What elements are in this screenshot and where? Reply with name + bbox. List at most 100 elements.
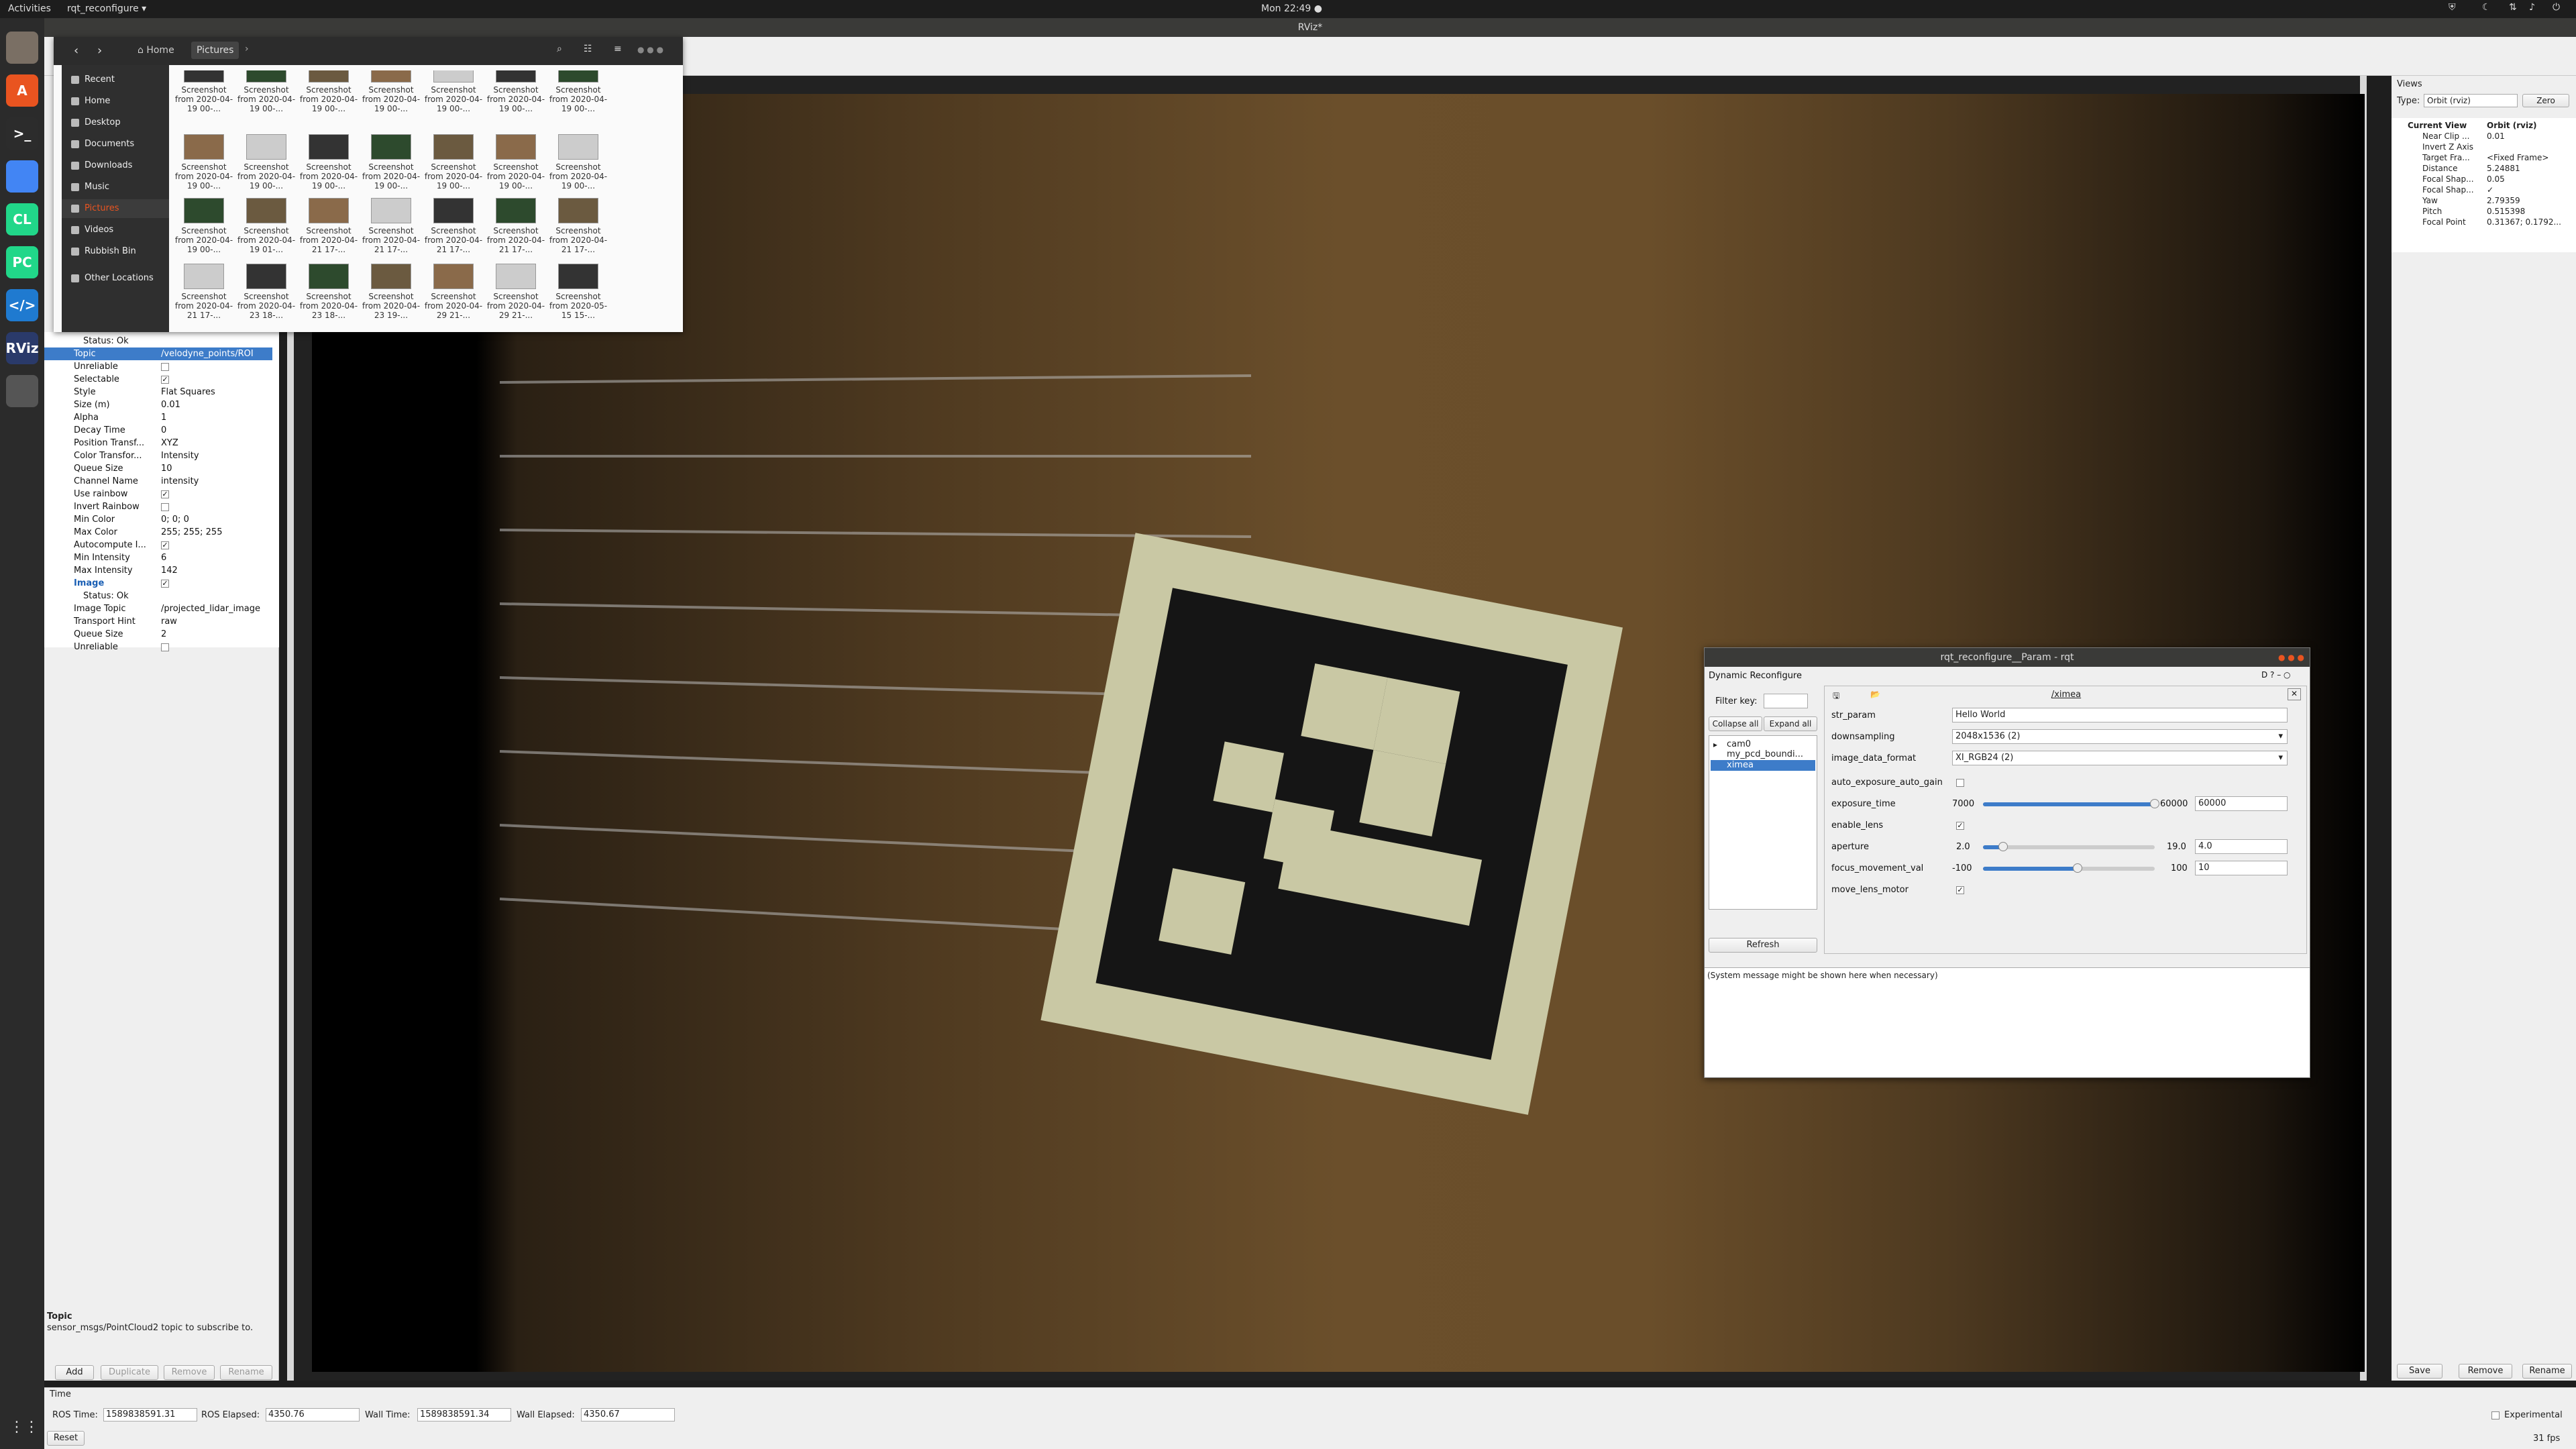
aperture-slider-knob[interactable] (1998, 842, 2008, 851)
exposure-slider[interactable] (1983, 799, 2159, 808)
forward-icon[interactable]: › (97, 44, 102, 58)
network-icon[interactable]: ⇅ (2509, 2, 2517, 13)
property-row[interactable]: Max Intensity 142 (44, 564, 272, 577)
clion-icon[interactable]: CL (6, 203, 38, 235)
property-checkbox[interactable]: ✓ (161, 541, 169, 549)
property-value[interactable]: 0.01 (161, 398, 180, 411)
tree-item-pcd[interactable]: my_pcd_boundi... (1727, 749, 1803, 759)
file-item[interactable]: Screenshot from 2020-04-19 00-... (299, 70, 358, 113)
property-row[interactable]: Size (m) 0.01 (44, 398, 272, 411)
view-property-row[interactable]: Focal Point 0.31367; 0.1792... (2392, 217, 2576, 227)
property-value[interactable]: raw (161, 615, 177, 628)
save-view-button[interactable]: Save (2397, 1364, 2443, 1379)
property-row[interactable]: Queue Size 10 (44, 462, 272, 475)
property-value[interactable] (161, 641, 169, 653)
focus-slider-knob[interactable] (2072, 863, 2082, 873)
window-controls-icon[interactable]: ● ● ● (637, 45, 663, 54)
file-item[interactable]: Screenshot from 2020-04-21 17-... (362, 198, 421, 254)
view-property-row[interactable]: Near Clip ... 0.01 (2392, 131, 2576, 142)
property-value[interactable]: 10 (161, 462, 172, 475)
property-row[interactable]: Color Transfor... Intensity (44, 449, 272, 462)
view-property-row[interactable]: Invert Z Axis (2392, 142, 2576, 152)
wall-elapsed-field[interactable]: 4350.67 (581, 1408, 675, 1421)
file-item[interactable]: Screenshot from 2020-04-19 00-... (362, 134, 421, 191)
node-tree[interactable]: ▸ cam0 my_pcd_boundi... ximea (1709, 735, 1817, 910)
collapse-all-button[interactable]: Collapse all (1709, 716, 1762, 731)
property-value[interactable]: XYZ (161, 437, 178, 449)
file-item[interactable]: Screenshot from 2020-04-19 00-... (237, 70, 296, 113)
property-value[interactable]: ✓ (161, 373, 169, 386)
property-row[interactable]: Use rainbow ✓ (44, 488, 272, 500)
property-row[interactable]: Alpha 1 (44, 411, 272, 424)
property-value[interactable]: 6 (161, 551, 166, 564)
file-item[interactable]: Screenshot from 2020-04-19 00-... (424, 134, 483, 191)
file-item[interactable]: Screenshot from 2020-04-19 00-... (174, 134, 233, 191)
exposure-input[interactable]: 60000 (2195, 796, 2288, 811)
property-value[interactable]: /projected_lidar_image (161, 602, 260, 615)
add-button[interactable]: Add (55, 1365, 94, 1380)
place-downloads[interactable]: Downloads (62, 156, 169, 175)
place-other-locations[interactable]: Other Locations (62, 269, 169, 288)
file-item[interactable]: Screenshot from 2020-04-21 17-... (486, 198, 545, 254)
file-item[interactable]: Screenshot from 2020-04-19 01-... (237, 198, 296, 254)
aperture-slider[interactable] (1983, 842, 2155, 851)
place-home[interactable]: Home (62, 92, 169, 111)
property-row[interactable]: Style Flat Squares (44, 386, 272, 398)
view-property-value[interactable]: 5.24881 (2487, 164, 2520, 174)
tree-item-ximea[interactable]: ximea (1711, 760, 1815, 771)
rviz-icon[interactable]: RViz (5, 332, 39, 364)
tree-expand-icon[interactable]: ▸ (1713, 740, 1717, 749)
place-desktop[interactable]: Desktop (62, 113, 169, 132)
file-item[interactable]: Screenshot from 2020-04-29 21-... (424, 264, 483, 320)
file-item[interactable]: Screenshot from 2020-04-19 00-... (486, 134, 545, 191)
file-item[interactable]: Screenshot from 2020-04-21 17-... (424, 198, 483, 254)
place-pictures[interactable]: Pictures (62, 199, 169, 218)
filter-input[interactable] (1764, 694, 1808, 708)
view-property-row[interactable]: Current View Orbit (rviz) (2392, 121, 2576, 131)
app-menu[interactable]: rqt_reconfigure ▾ (67, 3, 146, 14)
rqt-window-controls-icon[interactable]: ● ● ● (2278, 648, 2304, 667)
property-row[interactable]: Image Topic/projected_lidar_image (44, 602, 272, 615)
file-item[interactable]: Screenshot from 2020-04-19 00-... (486, 70, 545, 113)
property-row[interactable]: Max Color 255; 255; 255 (44, 526, 272, 539)
view-property-value[interactable]: 0.515398 (2487, 207, 2525, 217)
vscode-icon[interactable]: </> (6, 289, 38, 321)
property-row[interactable]: Queue Size 2 (44, 628, 272, 641)
file-item[interactable]: Screenshot from 2020-04-29 21-... (486, 264, 545, 320)
file-item[interactable]: Screenshot from 2020-04-19 00-... (549, 70, 608, 113)
property-row[interactable]: Decay Time 0 (44, 424, 272, 437)
property-checkbox[interactable] (161, 362, 169, 371)
property-row[interactable]: Min Intensity 6 (44, 551, 272, 564)
view-property-row[interactable]: Yaw 2.79359 (2392, 196, 2576, 206)
view-property-value[interactable]: ✓ (2487, 185, 2493, 195)
property-checkbox[interactable] (161, 502, 169, 511)
home-crumb[interactable]: ⌂ Home (138, 45, 174, 56)
file-item[interactable]: Screenshot from 2020-05-15 15-... (549, 264, 608, 320)
search-icon[interactable]: ⌕ (557, 44, 562, 54)
view-property-row[interactable]: Focal Shap... ✓ (2392, 185, 2576, 195)
close-node-icon[interactable]: ✕ (2288, 688, 2301, 700)
file-item[interactable]: Screenshot from 2020-04-21 17-... (174, 264, 233, 320)
clock[interactable]: Mon 22:49 ● (1261, 3, 1322, 14)
place-documents[interactable]: Documents (62, 135, 169, 154)
file-item[interactable]: Screenshot from 2020-04-19 00-... (174, 198, 233, 254)
pictures-crumb[interactable]: Pictures (191, 42, 239, 59)
property-row[interactable]: Status: Ok (44, 590, 272, 602)
file-item[interactable]: Screenshot from 2020-04-19 00-... (299, 134, 358, 191)
activities-button[interactable]: Activities (8, 3, 51, 14)
remove-view-button[interactable]: Remove (2459, 1364, 2512, 1379)
property-value[interactable] (161, 360, 169, 373)
property-row[interactable]: Topic/velodyne_points/ROI (44, 347, 272, 360)
rename-button[interactable]: Rename (220, 1365, 272, 1380)
refresh-button[interactable]: Refresh (1709, 938, 1817, 953)
property-value[interactable]: Flat Squares (161, 386, 215, 398)
file-item[interactable]: Screenshot from 2020-04-19 00-... (237, 134, 296, 191)
move-lens-checkbox[interactable]: ✓ (1956, 885, 1964, 896)
file-item[interactable]: Screenshot from 2020-04-23 18-... (237, 264, 296, 320)
file-item[interactable]: Screenshot from 2020-04-23 18-... (299, 264, 358, 320)
property-checkbox[interactable]: ✓ (161, 375, 169, 384)
zero-button[interactable]: Zero (2522, 94, 2569, 107)
view-property-value[interactable]: 2.79359 (2487, 196, 2520, 206)
property-value[interactable] (161, 500, 169, 513)
wall-time-field[interactable]: 1589838591.34 (417, 1408, 511, 1421)
